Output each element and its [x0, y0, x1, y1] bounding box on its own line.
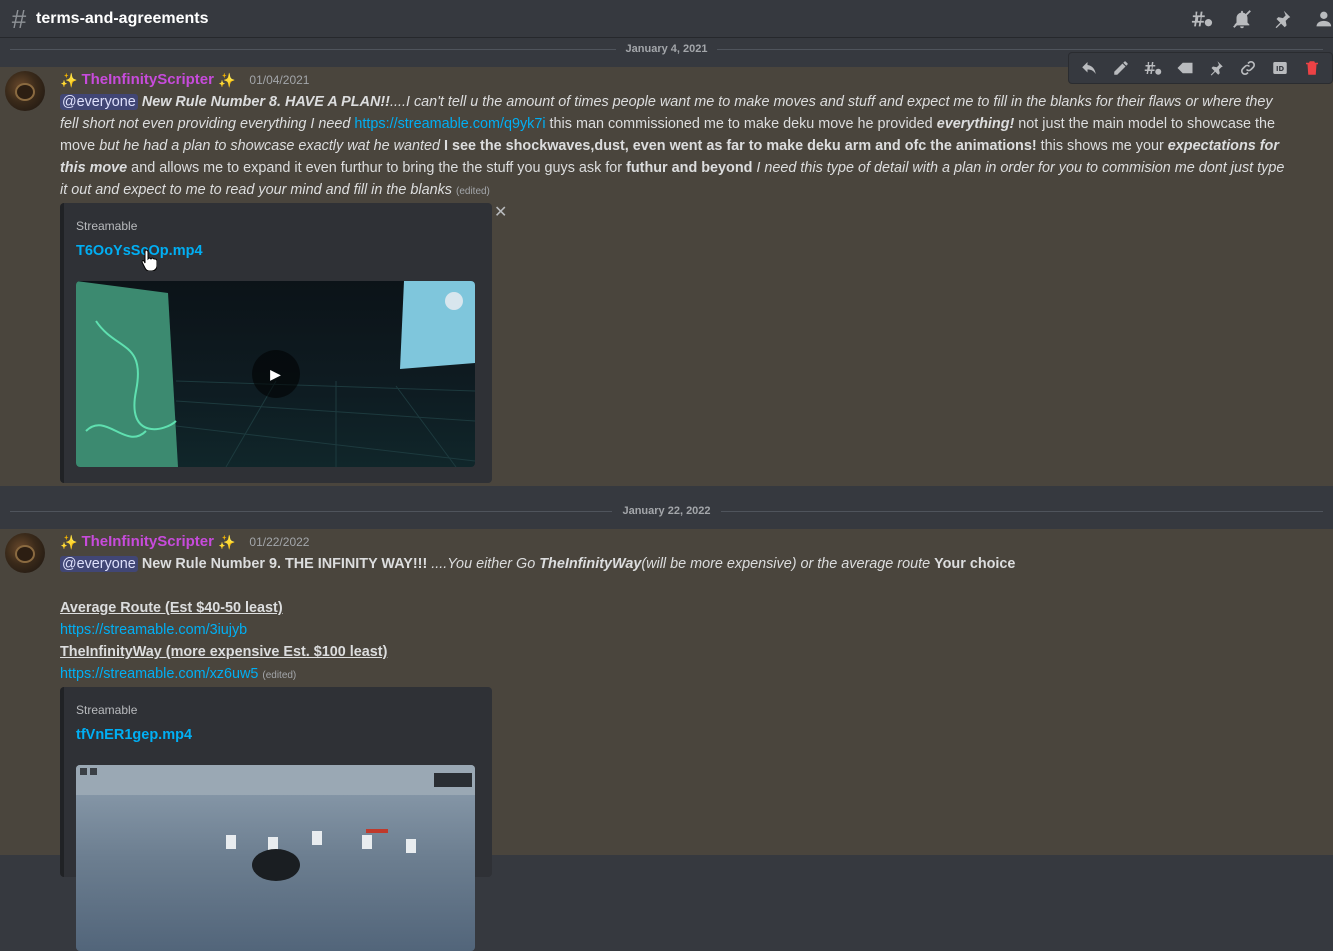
edited-label: (edited) [262, 670, 297, 681]
video-player[interactable] [76, 765, 475, 951]
avatar[interactable] [5, 533, 45, 573]
embed-title-link[interactable]: tfVnER1gep.mp4 [76, 727, 192, 743]
sparkle-icon: ✨ [217, 72, 236, 88]
message-content: ✨ TheInfinityScripter ✨ 01/04/2021 @ever… [60, 69, 1289, 203]
rule-title: New Rule Number 9. THE INFINITY WAY!!! [141, 556, 428, 572]
author-name[interactable]: TheInfinityScripter [81, 531, 214, 553]
embed-provider[interactable]: Streamable [76, 703, 137, 717]
timestamp[interactable]: 01/22/2022 [249, 531, 309, 553]
infinity-way-link[interactable]: https://streamable.com/xz6uw5 [60, 666, 258, 682]
text-segment: everything! [936, 116, 1015, 132]
everyone-mention[interactable]: @everyone [60, 556, 138, 572]
message-text: @everyone New Rule Number 9. THE INFINIT… [60, 553, 1289, 575]
channel-name: terms-and-agreements [36, 9, 209, 27]
channel-header: # terms-and-agreements [0, 0, 1333, 38]
message-item[interactable]: ✨ TheInfinityScripter ✨ 01/22/2022 @ever… [0, 529, 1333, 951]
timestamp[interactable]: 01/04/2021 [249, 69, 309, 91]
video-embed: Streamable T6OoYsScOp.mp4 ▶ [60, 203, 492, 483]
text-segment: but he had a plan to showcase exactly wa… [99, 138, 445, 154]
date-divider-label: January 22, 2022 [622, 505, 711, 517]
everyone-mention[interactable]: @everyone [60, 94, 138, 110]
svg-text:ID: ID [1276, 65, 1285, 73]
sparkle-icon: ✨ [217, 534, 236, 550]
text-segment: (will be more expensive) or the average … [641, 556, 935, 572]
rule-title: New Rule Number 8. HAVE A PLAN!! [141, 94, 390, 110]
text-segment: TheInfinityWay [539, 556, 642, 572]
create-thread-icon[interactable] [1142, 57, 1164, 79]
message-item[interactable]: ✨ TheInfinityScripter ✨ 01/04/2021 @ever… [0, 67, 1333, 486]
average-route-link[interactable]: https://streamable.com/3iujyb [60, 622, 247, 638]
message-list: January 4, 2021 ✨ TheInfinityScripter ✨ … [0, 38, 1333, 951]
author-name[interactable]: TheInfinityScripter [81, 69, 214, 91]
threads-icon[interactable] [1191, 8, 1213, 30]
text-segment: this shows me your [1036, 138, 1168, 154]
streamable-link[interactable]: https://streamable.com/q9yk7i [354, 116, 545, 132]
mute-notifications-icon[interactable] [1231, 8, 1253, 30]
members-icon[interactable] [1311, 8, 1333, 30]
sparkle-icon: ✨ [60, 534, 78, 550]
video-player[interactable]: ▶ [76, 281, 475, 467]
date-divider: January 22, 2022 [0, 500, 1333, 522]
reply-icon[interactable] [1078, 57, 1100, 79]
video-embed: Streamable tfVnER1gep.mp4 [60, 687, 492, 951]
edited-label: (edited) [455, 186, 490, 197]
delete-icon[interactable] [1301, 57, 1323, 79]
average-route-title: Average Route (Est $40-50 least) [60, 600, 283, 616]
close-embed-icon[interactable]: ✕ [494, 202, 507, 222]
text-segment: futhur and beyond [626, 160, 753, 176]
sparkle-icon: ✨ [60, 72, 78, 88]
message-content: ✨ TheInfinityScripter ✨ 01/22/2022 @ever… [60, 531, 1289, 687]
pin-icon[interactable] [1271, 8, 1293, 30]
mark-unread-icon[interactable] [1174, 57, 1196, 79]
embed-title-link[interactable]: T6OoYsScOp.mp4 [76, 243, 203, 259]
hand-cursor-icon [141, 249, 157, 271]
video-thumbnail [76, 765, 475, 881]
pin-icon[interactable] [1205, 57, 1227, 79]
text-segment: Your choice [934, 556, 1016, 572]
text-segment: this man commissioned me to make deku mo… [545, 116, 937, 132]
channel-hash-icon: # [11, 3, 27, 34]
infinity-way-title: TheInfinityWay (more expensive Est. $100… [60, 644, 388, 660]
message-header: ✨ TheInfinityScripter ✨ 01/22/2022 [60, 531, 1289, 553]
copy-link-icon[interactable] [1237, 57, 1259, 79]
edit-icon[interactable] [1110, 57, 1132, 79]
message-text: @everyone New Rule Number 8. HAVE A PLAN… [60, 91, 1289, 203]
message-actions-toolbar: ID [1068, 52, 1333, 84]
date-divider-label: January 4, 2021 [625, 43, 708, 55]
text-segment: I see the shockwaves,dust, even went as … [444, 138, 1037, 154]
avatar[interactable] [5, 71, 45, 111]
play-button[interactable]: ▶ [251, 350, 300, 398]
text-segment: ....You either Go [427, 556, 540, 572]
text-segment: and allows me to expand it even furthur … [127, 160, 627, 176]
header-toolbar [1191, 0, 1333, 38]
embed-provider[interactable]: Streamable [76, 219, 137, 233]
copy-id-icon[interactable]: ID [1269, 57, 1291, 79]
